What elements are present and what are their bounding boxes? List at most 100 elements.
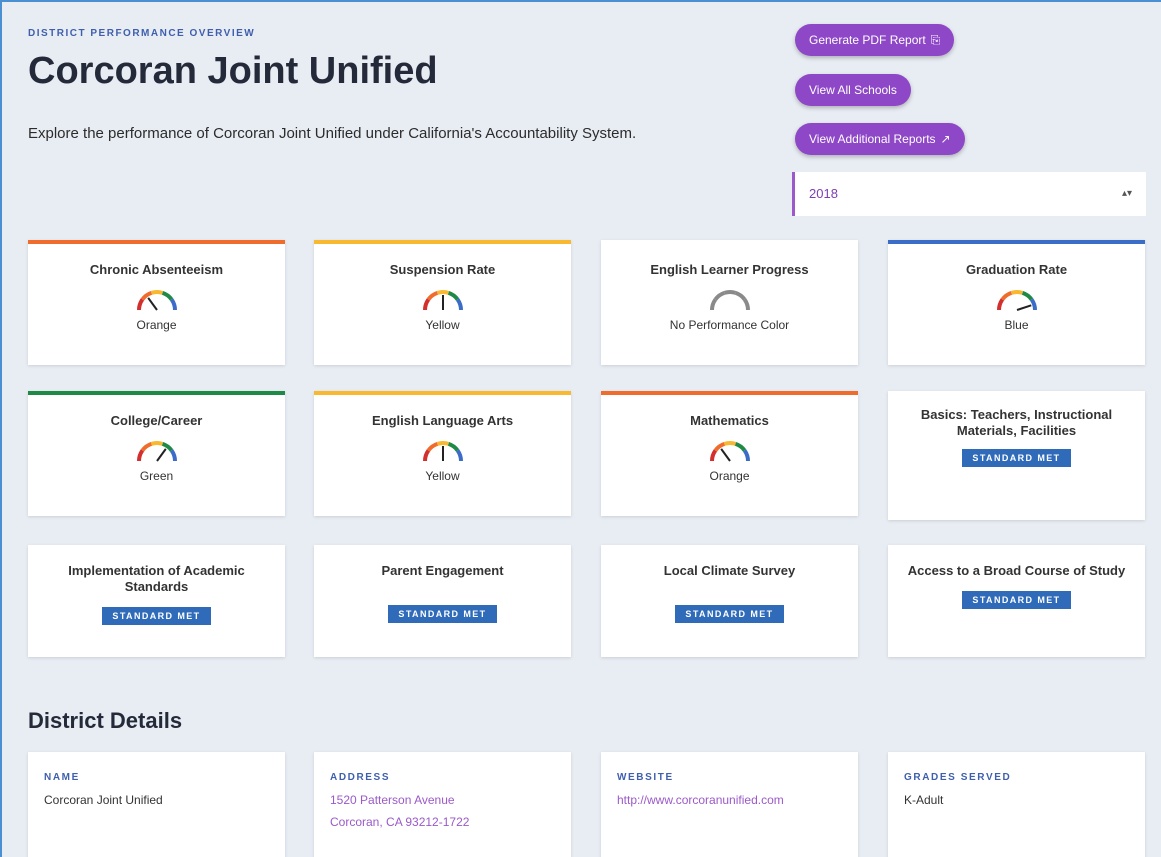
indicator-card-english-language-arts[interactable]: English Language Arts Yellow bbox=[314, 391, 571, 516]
view-additional-reports-label: View Additional Reports bbox=[809, 132, 936, 146]
local-indicator-title: Implementation of Academic Standards bbox=[68, 563, 245, 594]
standard-met-badge: STANDARD MET bbox=[388, 605, 497, 623]
gauge-segment bbox=[136, 449, 144, 462]
gauge-segment bbox=[996, 298, 1004, 311]
gauge-segment bbox=[723, 441, 736, 446]
year-select[interactable]: 2018 ▴▾ bbox=[792, 172, 1146, 216]
gauge-icon bbox=[709, 441, 750, 462]
gauge-segment bbox=[713, 441, 725, 452]
detail-label: WEBSITE bbox=[617, 772, 674, 783]
gauge-segment bbox=[1000, 290, 1012, 301]
indicator-color-label: No Performance Color bbox=[669, 318, 790, 332]
address-link[interactable]: 1520 Patterson Avenue Corcoran, CA 93212… bbox=[330, 789, 555, 833]
gauge-icon bbox=[136, 290, 177, 311]
standard-met-badge: STANDARD MET bbox=[962, 449, 1071, 467]
indicator-card-graduation-rate[interactable]: Graduation Rate Blue bbox=[888, 240, 1145, 365]
gauge-segment bbox=[161, 290, 173, 301]
gauge-segment bbox=[140, 290, 152, 301]
indicator-title: Chronic Absenteeism bbox=[89, 262, 224, 277]
address-line-1: 1520 Patterson Avenue bbox=[330, 793, 455, 807]
view-additional-reports-button[interactable]: View Additional Reports ↗ bbox=[795, 123, 965, 155]
gauge-segment bbox=[713, 290, 725, 301]
local-indicator-title: Parent Engagement bbox=[381, 563, 504, 578]
local-indicator-card-parent-engagement[interactable]: Parent Engagement STANDARD MET bbox=[314, 545, 571, 657]
indicator-card-english-learner-progress[interactable]: English Learner Progress No Performance … bbox=[601, 240, 858, 365]
gauge-segment bbox=[169, 449, 177, 462]
local-indicator-card-implementation[interactable]: Implementation of Academic Standards STA… bbox=[28, 545, 285, 657]
indicator-title: English Learner Progress bbox=[650, 262, 809, 277]
gauge-segment bbox=[455, 298, 463, 311]
indicator-color-label: Yellow bbox=[425, 469, 460, 483]
gauge-segment bbox=[709, 298, 717, 311]
local-indicator-card-basics[interactable]: Basics: Teachers, Instructional Material… bbox=[888, 391, 1145, 520]
indicator-color-label: Orange bbox=[709, 469, 750, 483]
gauge-segment bbox=[455, 449, 463, 462]
address-line-2: Corcoran, CA 93212-1722 bbox=[330, 815, 470, 829]
detail-label: ADDRESS bbox=[330, 772, 391, 783]
gauge-segment bbox=[169, 298, 177, 311]
view-all-schools-button[interactable]: View All Schools bbox=[795, 74, 911, 106]
detail-value: Corcoran Joint Unified bbox=[44, 793, 163, 807]
gauge-segment bbox=[422, 449, 430, 462]
detail-label: NAME bbox=[44, 772, 80, 783]
gauge-icon bbox=[422, 290, 463, 311]
indicator-title: Mathematics bbox=[690, 413, 769, 428]
detail-card-address: ADDRESS 1520 Patterson Avenue Corcoran, … bbox=[314, 752, 571, 857]
gauge-segment bbox=[422, 298, 430, 311]
detail-label: GRADES SERVED bbox=[904, 772, 1012, 783]
indicator-title: Suspension Rate bbox=[389, 262, 496, 277]
local-indicator-title: Access to a Broad Course of Study bbox=[907, 563, 1126, 578]
view-all-schools-label: View All Schools bbox=[809, 83, 897, 97]
indicator-title: English Language Arts bbox=[371, 413, 514, 428]
indicator-card-college-career[interactable]: College/Career Green bbox=[28, 391, 285, 516]
gauge-segment bbox=[426, 441, 438, 452]
gauge-segment bbox=[136, 298, 144, 311]
gauge-needle bbox=[155, 448, 167, 462]
gauge-segment bbox=[436, 290, 449, 295]
external-link-icon: ↗ bbox=[940, 132, 951, 146]
gauge-segment bbox=[140, 441, 152, 452]
gauge-icon bbox=[709, 290, 750, 311]
gauge-segment bbox=[436, 441, 449, 446]
standard-met-badge: STANDARD MET bbox=[675, 605, 784, 623]
indicator-color-label: Green bbox=[139, 469, 174, 483]
gauge-segment bbox=[1021, 290, 1033, 301]
standard-met-badge: STANDARD MET bbox=[962, 591, 1071, 609]
gauge-needle bbox=[146, 297, 158, 311]
gauge-segment bbox=[734, 441, 746, 452]
gauge-segment bbox=[426, 290, 438, 301]
page-eyebrow: DISTRICT PERFORMANCE OVERVIEW bbox=[28, 28, 256, 39]
website-link[interactable]: http://www.corcoranunified.com bbox=[617, 789, 842, 811]
page-title: Corcoran Joint Unified bbox=[28, 50, 438, 92]
indicator-title: College/Career bbox=[110, 413, 203, 428]
local-indicator-card-local-climate-survey[interactable]: Local Climate Survey STANDARD MET bbox=[601, 545, 858, 657]
indicator-card-chronic-absenteeism[interactable]: Chronic Absenteeism Orange bbox=[28, 240, 285, 365]
page-description: Explore the performance of Corcoran Join… bbox=[28, 125, 637, 142]
gauge-icon bbox=[996, 290, 1037, 311]
gauge-needle bbox=[719, 448, 731, 462]
detail-card-name: NAME Corcoran Joint Unified bbox=[28, 752, 285, 857]
local-indicator-title: Basics: Teachers, Instructional Material… bbox=[920, 407, 1113, 438]
gauge-segment bbox=[742, 449, 750, 462]
gauge-segment bbox=[709, 449, 717, 462]
detail-card-website: WEBSITE http://www.corcoranunified.com bbox=[601, 752, 858, 857]
local-indicator-card-access-broad-course[interactable]: Access to a Broad Course of Study STANDA… bbox=[888, 545, 1145, 657]
gauge-segment bbox=[742, 298, 750, 311]
gauge-segment bbox=[150, 290, 163, 295]
pdf-icon: ⎘ bbox=[930, 33, 941, 47]
gauge-icon bbox=[422, 441, 463, 462]
gauge-icon bbox=[136, 441, 177, 462]
year-select-value: 2018 bbox=[809, 186, 838, 201]
generate-pdf-button[interactable]: Generate PDF Report ⎘ bbox=[795, 24, 955, 56]
gauge-needle bbox=[1016, 304, 1032, 311]
gauge-segment bbox=[734, 290, 746, 301]
indicator-title: Graduation Rate bbox=[965, 262, 1068, 277]
local-indicator-title: Local Climate Survey bbox=[663, 563, 796, 578]
gauge-segment bbox=[1029, 298, 1037, 311]
indicator-card-mathematics[interactable]: Mathematics Orange bbox=[601, 391, 858, 516]
select-arrows-icon: ▴▾ bbox=[1121, 188, 1132, 199]
standard-met-badge: STANDARD MET bbox=[102, 607, 211, 625]
generate-pdf-label: Generate PDF Report bbox=[809, 33, 926, 47]
gauge-segment bbox=[447, 441, 459, 452]
indicator-card-suspension-rate[interactable]: Suspension Rate Yellow bbox=[314, 240, 571, 365]
